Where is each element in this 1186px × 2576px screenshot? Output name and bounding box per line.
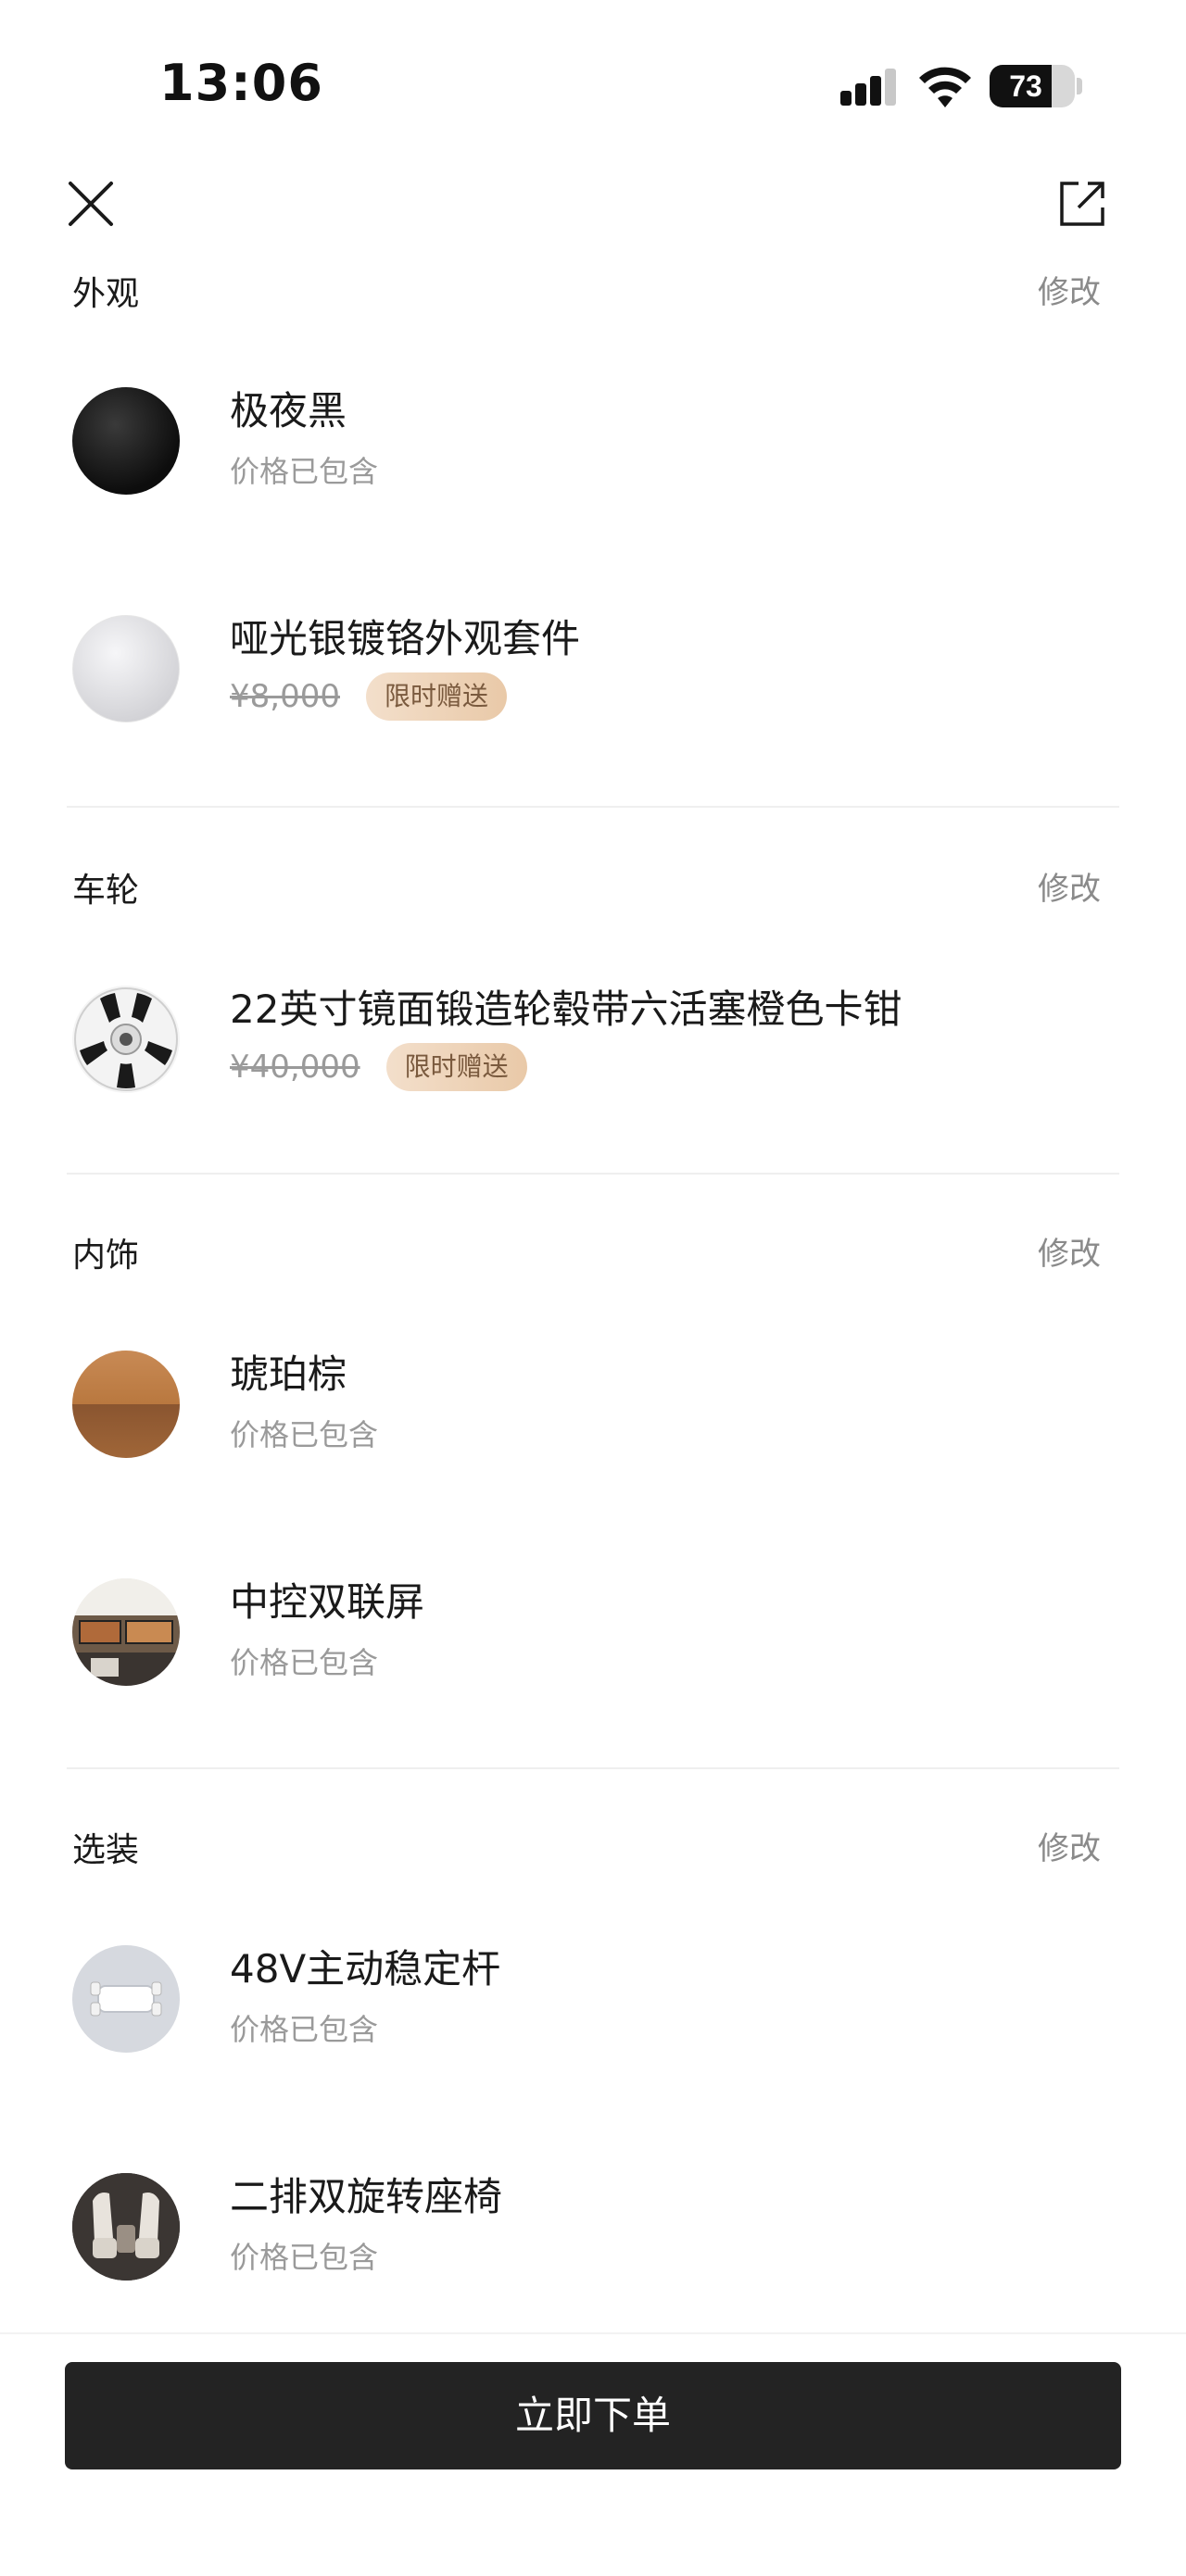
section-title-exterior: 外观 xyxy=(72,275,140,313)
status-bar: 13:06 73 xyxy=(0,0,1186,176)
car-chassis-icon xyxy=(90,1981,162,2017)
battery-level: 73 xyxy=(1009,69,1042,103)
close-icon[interactable] xyxy=(67,180,115,228)
share-icon[interactable] xyxy=(1056,178,1108,230)
divider xyxy=(67,806,1119,808)
item-price-note: 价格已包含 xyxy=(230,2240,379,2275)
status-time: 13:06 xyxy=(159,54,323,112)
dual-screen-thumbnail xyxy=(72,1578,180,1686)
edit-interior-button[interactable]: 修改 xyxy=(1038,1228,1101,1274)
edit-exterior-button[interactable]: 修改 xyxy=(1038,267,1101,312)
item-price-note: 价格已包含 xyxy=(230,454,379,489)
promo-badge: 限时赠送 xyxy=(385,1043,527,1091)
battery-tip xyxy=(1077,78,1082,94)
dashboard-screen-icon xyxy=(72,1578,180,1686)
divider xyxy=(67,1767,1119,1769)
option-item[interactable]: 哑光银镀铬外观套件 ¥8,000 限时赠送 xyxy=(0,602,1186,732)
item-name: 48V主动稳定杆 xyxy=(230,1946,501,1992)
section-wheels: 车轮 修改 22英寸镜面锻造轮毂带六活塞橙色卡钳 ¥40,000 限时赠送 xyxy=(0,861,1186,1167)
section-title-options: 选装 xyxy=(72,1831,140,1869)
stabilizer-thumbnail xyxy=(72,1945,180,2053)
edit-wheels-button[interactable]: 修改 xyxy=(1038,863,1101,909)
option-item[interactable]: 48V主动稳定杆 价格已包含 xyxy=(0,1932,1186,2062)
edit-options-button[interactable]: 修改 xyxy=(1038,1823,1101,1868)
option-item[interactable]: 二排双旋转座椅 价格已包含 xyxy=(0,2160,1186,2290)
bottom-action-bar: 立即下单 xyxy=(0,2332,1186,2576)
seat-icon xyxy=(72,2173,180,2281)
item-name: 中控双联屏 xyxy=(230,1579,425,1625)
color-swatch-black xyxy=(72,387,180,495)
promo-badge: 限时赠送 xyxy=(365,672,507,721)
original-price: ¥8,000 xyxy=(230,678,340,715)
original-price: ¥40,000 xyxy=(230,1049,360,1086)
item-price-row: ¥8,000 限时赠送 xyxy=(230,672,507,721)
option-item[interactable]: 中控双联屏 价格已包含 xyxy=(0,1565,1186,1695)
item-name: 二排双旋转座椅 xyxy=(230,2174,503,2219)
cellular-signal-icon xyxy=(840,69,898,106)
item-price-row: ¥40,000 限时赠送 xyxy=(230,1043,527,1091)
item-price-note: 价格已包含 xyxy=(230,1417,379,1452)
battery-icon: 73 xyxy=(990,65,1075,107)
item-name: 22英寸镜面锻造轮毂带六活塞橙色卡钳 xyxy=(230,986,902,1032)
wheel-thumbnail xyxy=(72,986,180,1093)
item-name: 极夜黑 xyxy=(230,388,347,434)
item-price-note: 价格已包含 xyxy=(230,1645,379,1680)
section-interior: 内饰 修改 琥珀棕 价格已包含 中控双联屏 价格已包含 xyxy=(0,1228,1186,1766)
item-name: 琥珀棕 xyxy=(230,1351,347,1397)
seat-thumbnail xyxy=(72,2173,180,2281)
option-item[interactable]: 22英寸镜面锻造轮毂带六活塞橙色卡钳 ¥40,000 限时赠送 xyxy=(0,973,1186,1102)
option-item[interactable]: 极夜黑 价格已包含 xyxy=(0,374,1186,504)
color-swatch-silver xyxy=(72,615,180,723)
place-order-button[interactable]: 立即下单 xyxy=(65,2362,1121,2469)
section-options: 选装 修改 48V主动稳定杆 价格已包含 二排双旋转座椅 价格已包含 xyxy=(0,1823,1186,2305)
wheel-icon xyxy=(74,987,178,1091)
section-title-wheels: 车轮 xyxy=(72,872,140,910)
item-price-note: 价格已包含 xyxy=(230,2012,379,2047)
section-title-interior: 内饰 xyxy=(72,1237,140,1275)
divider xyxy=(67,1173,1119,1175)
section-exterior: 外观 修改 极夜黑 价格已包含 哑光银镀铬外观套件 ¥8,000 限时赠送 xyxy=(0,263,1186,806)
item-name: 哑光银镀铬外观套件 xyxy=(230,616,581,661)
option-item[interactable]: 琥珀棕 价格已包含 xyxy=(0,1338,1186,1467)
wifi-icon xyxy=(919,67,971,107)
color-swatch-amber-brown xyxy=(72,1351,180,1458)
